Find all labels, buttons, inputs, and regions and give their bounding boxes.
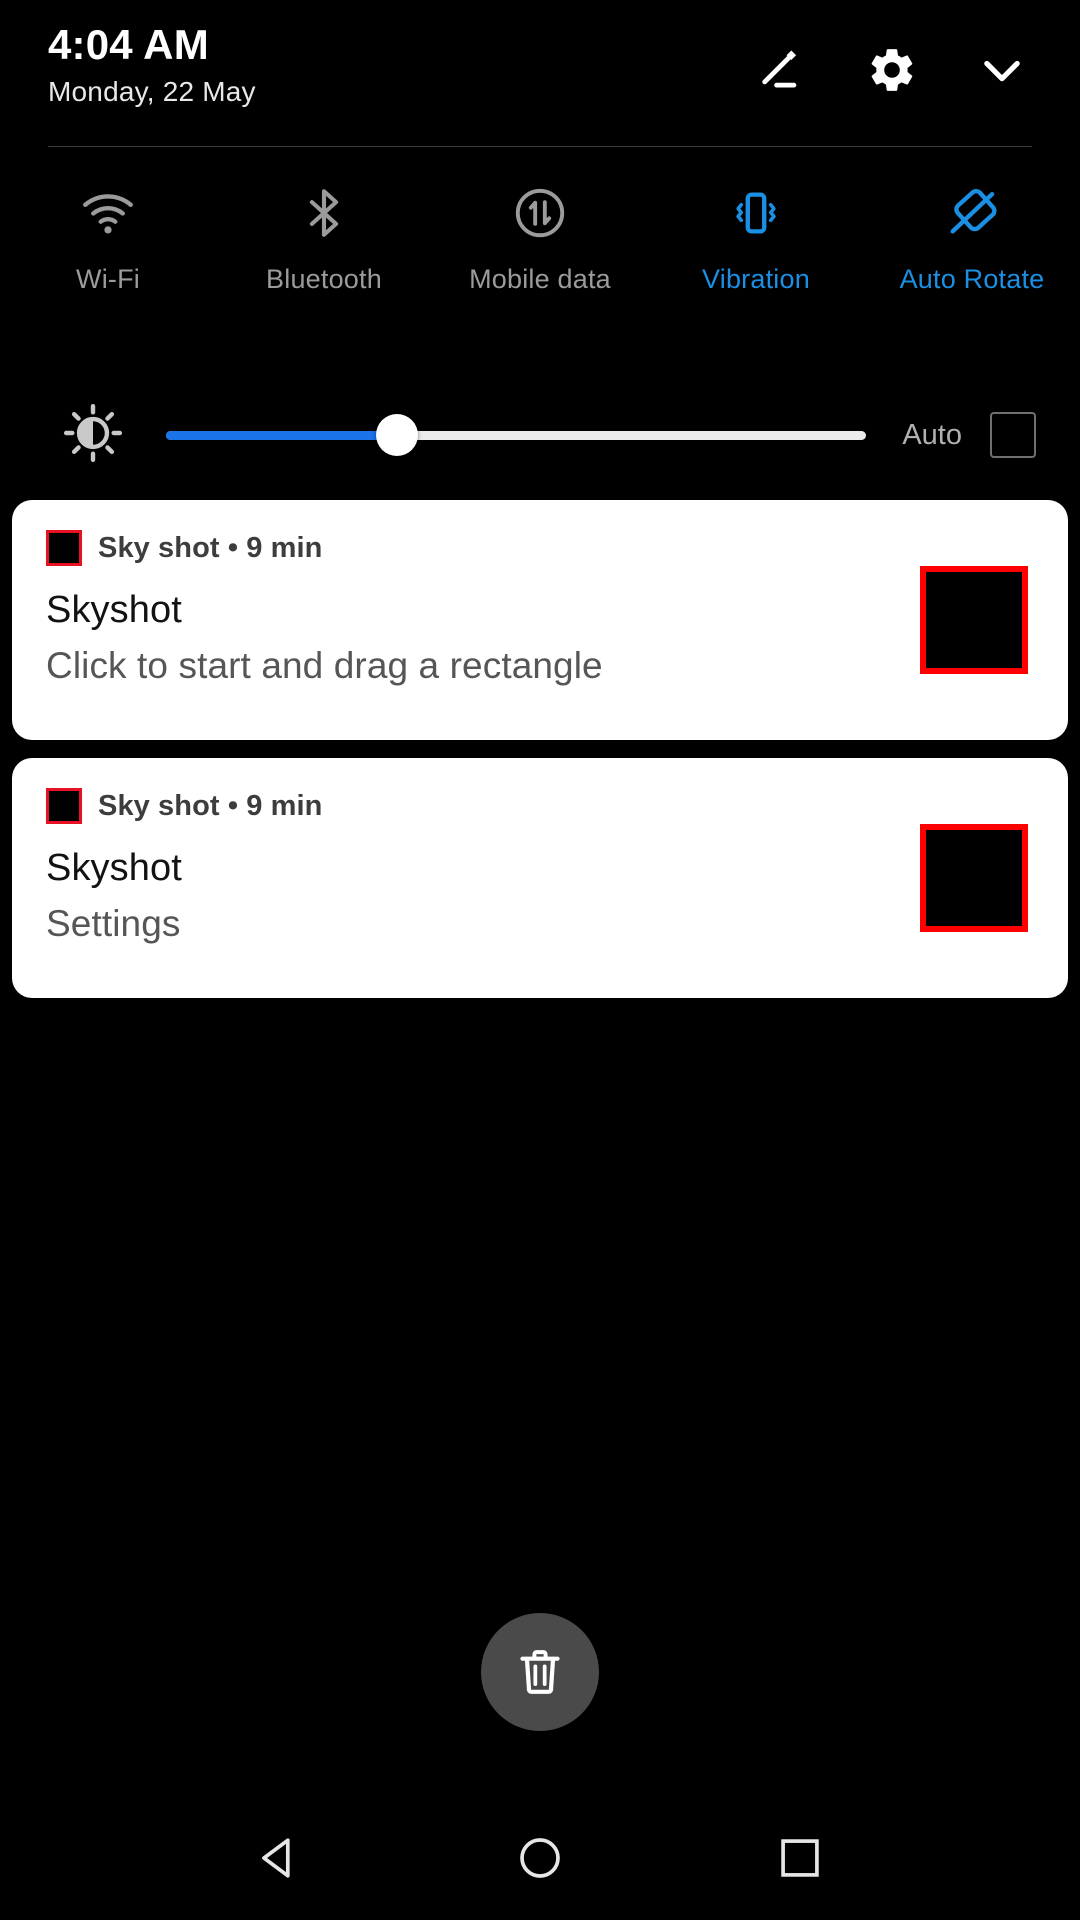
qs-label-auto-rotate: Auto Rotate [899,264,1045,294]
auto-brightness-checkbox[interactable] [990,412,1036,458]
brightness-row: Auto [0,392,1080,478]
brightness-sun-icon[interactable] [62,402,124,469]
notification-body: Click to start and drag a rectangle [46,644,603,686]
qs-tile-bluetooth[interactable]: Bluetooth [216,184,432,295]
gear-icon[interactable] [866,44,918,96]
shade-header: 4:04 AM Monday, 22 May [0,0,1080,142]
back-triangle-icon [254,1832,306,1884]
quick-settings-row: Wi-Fi Bluetooth Mobile data Vibration Au… [0,184,1080,334]
notification-thumbnail[interactable] [920,824,1028,932]
notification-header: Sky shot • 9 min [46,784,920,828]
qs-tile-mobile-data[interactable]: Mobile data [432,184,648,295]
notification-header: Sky shot • 9 min [46,526,920,570]
recents-square-icon [774,1832,826,1884]
clock-time: 4:04 AM [48,21,209,68]
vibration-icon [727,184,785,242]
header-actions [756,44,1028,96]
brightness-slider[interactable] [166,405,867,465]
recents-button[interactable] [767,1825,833,1891]
slider-thumb[interactable] [376,414,419,456]
header-divider [48,146,1032,147]
qs-tile-auto-rotate[interactable]: Auto Rotate [864,184,1080,295]
pencil-edit-icon[interactable] [756,44,808,96]
back-button[interactable] [247,1825,313,1891]
navigation-bar [0,1796,1080,1920]
auto-rotate-icon [943,184,1001,242]
notification-app-line: Sky shot • 9 min [98,789,323,822]
clear-all-button[interactable] [481,1613,599,1731]
qs-tile-wifi[interactable]: Wi-Fi [0,184,216,295]
mobile-data-icon [511,184,569,242]
qs-label-vibration: Vibration [702,264,810,294]
bluetooth-icon [295,184,353,242]
qs-label-bluetooth: Bluetooth [266,264,382,294]
notification-title: Skyshot [46,589,182,631]
auto-brightness-label: Auto [902,418,962,451]
notification-thumbnail[interactable] [920,566,1028,674]
app-icon [46,530,82,566]
clock-date: Monday, 22 May [48,76,256,108]
qs-label-wifi: Wi-Fi [76,264,140,294]
trash-icon [512,1644,568,1700]
home-circle-icon [514,1832,566,1884]
notification-title: Skyshot [46,847,182,889]
home-button[interactable] [507,1825,573,1891]
notification-card[interactable]: Sky shot • 9 min Skyshot Click to start … [12,500,1068,740]
qs-label-mobile-data: Mobile data [469,264,611,294]
notification-app-line: Sky shot • 9 min [98,531,323,564]
app-icon [46,788,82,824]
clock-block[interactable]: 4:04 AM Monday, 22 May [48,22,256,111]
notification-body: Settings [46,902,181,944]
wifi-icon [79,184,137,242]
notification-card[interactable]: Sky shot • 9 min Skyshot Settings [12,758,1068,998]
chevron-down-icon[interactable] [976,44,1028,96]
slider-fill [166,430,398,440]
notification-shade: 4:04 AM Monday, 22 May Wi-Fi Bluetooth M… [0,0,1080,1920]
qs-tile-vibration[interactable]: Vibration [648,184,864,295]
